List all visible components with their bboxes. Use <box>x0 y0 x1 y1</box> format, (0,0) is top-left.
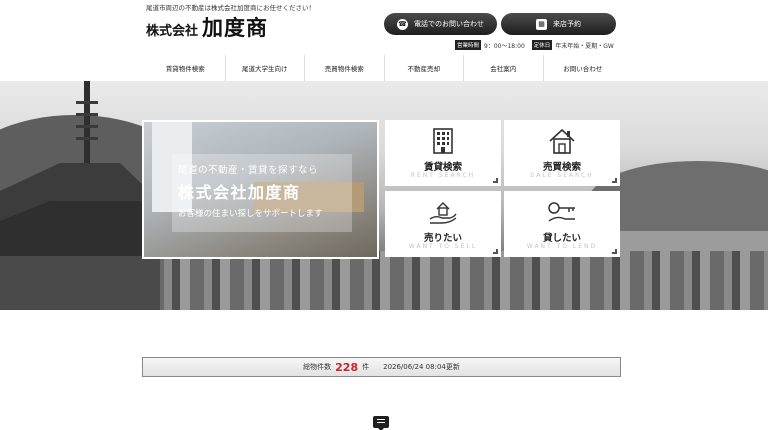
corner-arrow-icon <box>493 249 498 254</box>
tile-sale-search-sub: SALE SEARCH <box>530 172 594 179</box>
tile-want-to-lend-label: 貸したい <box>542 233 581 244</box>
site-tagline: 尾道市周辺の不動産は株式会社加度商にお任せください！ <box>146 4 315 12</box>
pagoda-image <box>0 81 160 310</box>
tile-rent-search-label: 賃貸検索 <box>423 162 462 173</box>
visit-reservation-label: 来店予約 <box>553 20 581 28</box>
tile-rent-search-sub: RENT SEARCH <box>410 172 476 179</box>
closed-value: 年末年始・夏期・GW <box>555 42 614 50</box>
tile-want-to-sell-label: 売りたい <box>423 233 462 244</box>
corner-arrow-icon <box>493 178 498 183</box>
tile-sale-search[interactable]: 売買検索 SALE SEARCH <box>504 120 620 186</box>
logo-prefix: 株式会社 <box>146 24 199 39</box>
tile-want-to-sell[interactable]: 売りたい WANT TO SELL <box>385 191 501 257</box>
nav-item-students[interactable]: 尾道大学生向け <box>224 55 305 81</box>
phone-contact-button[interactable]: ☎ 電話でのお問い合わせ <box>384 13 497 35</box>
listing-count-number: 228 <box>335 360 359 374</box>
listing-count-bar: 総物件数 228 件 2026/06/24 08:04更新 <box>142 357 621 377</box>
listing-count-label: 総物件数 <box>303 363 332 371</box>
phone-contact-label: 電話でのお問い合わせ <box>414 20 484 28</box>
closed-tag: 定休日 <box>531 40 553 50</box>
calendar-icon: ▦ <box>536 18 547 30</box>
building-icon <box>385 128 501 154</box>
tile-want-to-lend-sub: WANT TO LEND <box>526 243 598 250</box>
business-hours: 営業時間 9：00～18:00 定休日 年末年始・夏期・GW <box>455 40 614 50</box>
nav-item-sell[interactable]: 不動産売却 <box>383 55 464 81</box>
hours-value: 9：00～18:00 <box>484 42 525 50</box>
phone-icon: ☎ <box>397 18 408 30</box>
chat-icon[interactable] <box>373 416 389 430</box>
listing-count-unit: 件 <box>362 363 370 371</box>
corner-arrow-icon <box>612 178 617 183</box>
main-nav: 賃貸物件検索 尾道大学生向け 売買物件検索 不動産売却 会社案内 お問い合わせ <box>146 55 622 81</box>
hero-banner: 尾道の不動産・賃貸を探すなら 株式会社加度商 お客様の住まい探しをサポートします… <box>0 81 768 310</box>
hero-line-1: 尾道の不動産・賃貸を探すなら <box>178 165 319 176</box>
tile-rent-search[interactable]: 賃貸検索 RENT SEARCH <box>385 120 501 186</box>
nav-item-contact[interactable]: お問い合わせ <box>542 55 623 81</box>
house-icon <box>504 128 620 154</box>
tile-sale-search-label: 売買検索 <box>542 162 581 173</box>
visit-reservation-button[interactable]: ▦ 来店予約 <box>501 13 616 35</box>
corner-arrow-icon <box>612 249 617 254</box>
nav-item-company[interactable]: 会社案内 <box>463 55 543 81</box>
logo[interactable]: 株式会社 加度商 <box>146 12 268 42</box>
listing-updated: 2026/06/24 08:04更新 <box>383 363 460 371</box>
hero-line-3: お客様の住まい探しをサポートします <box>178 209 323 219</box>
key-icon <box>504 199 620 225</box>
hand-house-icon <box>385 199 501 225</box>
nav-item-sale-search[interactable]: 売買物件検索 <box>304 55 384 81</box>
tile-want-to-sell-sub: WANT TO SELL <box>408 243 478 250</box>
tile-want-to-lend[interactable]: 貸したい WANT TO LEND <box>504 191 620 257</box>
logo-name: 加度商 <box>202 15 269 40</box>
nav-item-rent-search[interactable]: 賃貸物件検索 <box>146 55 225 81</box>
hero-city <box>150 251 768 310</box>
hours-tag: 営業時間 <box>455 40 482 50</box>
hero-company-name: 株式会社加度商 <box>178 183 301 202</box>
hero-photo: 尾道の不動産・賃貸を探すなら 株式会社加度商 お客様の住まい探しをサポートします <box>142 120 379 259</box>
